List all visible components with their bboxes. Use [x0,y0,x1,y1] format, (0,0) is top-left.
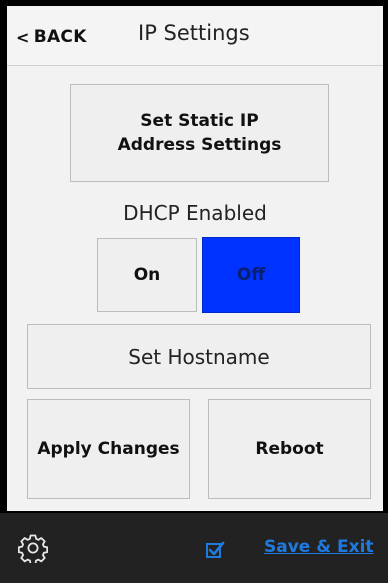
screen: < BACK IP Settings Set Static IP Address… [0,0,388,583]
header-bar: < BACK IP Settings [7,6,383,66]
reboot-label: Reboot [255,439,324,459]
set-static-ip-label: Set Static IP Address Settings [117,111,282,155]
chevron-left-icon: < [16,27,30,47]
dhcp-enabled-label: DHCP Enabled [123,201,267,225]
dhcp-off-label: Off [236,265,266,285]
back-button[interactable]: < BACK [16,24,87,50]
back-label: BACK [33,27,87,47]
apply-changes-button[interactable]: Apply Changes [27,399,190,499]
page-title: IP Settings [138,21,250,45]
dhcp-on-label: On [133,265,161,285]
footer-bar: Save & Exit [0,513,388,583]
checkbox-checked-icon[interactable] [205,540,225,560]
apply-changes-label: Apply Changes [37,439,180,459]
set-hostname-label: Set Hostname [128,344,270,369]
save-and-exit-link[interactable]: Save & Exit [264,537,374,557]
set-static-ip-button[interactable]: Set Static IP Address Settings [70,84,329,182]
dhcp-off-button[interactable]: Off [202,237,300,313]
gear-icon[interactable] [18,533,48,563]
reboot-button[interactable]: Reboot [208,399,371,499]
ip-settings-panel: < BACK IP Settings Set Static IP Address… [7,6,383,511]
dhcp-on-button[interactable]: On [97,238,197,312]
set-hostname-button[interactable]: Set Hostname [27,324,371,389]
